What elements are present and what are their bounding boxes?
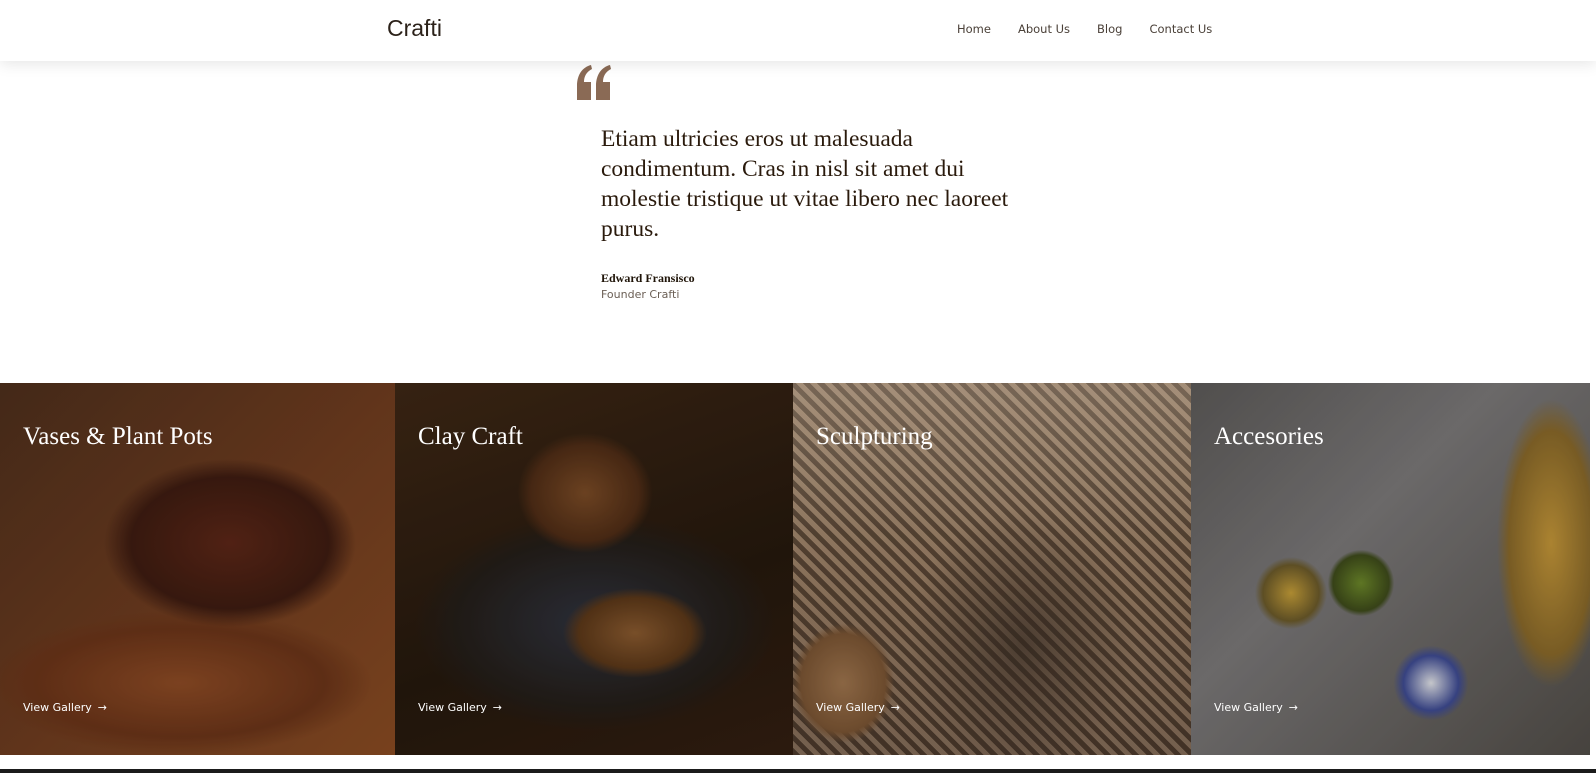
category-card-accesories[interactable]: Accesories View Gallery → — [1191, 383, 1590, 755]
quote-icon — [577, 65, 611, 100]
nav-home[interactable]: Home — [957, 22, 991, 36]
view-gallery-link[interactable]: View Gallery → — [418, 701, 502, 714]
testimonial-author: Edward Fransisco — [601, 271, 695, 285]
view-gallery-label: View Gallery — [23, 701, 92, 714]
nav-blog[interactable]: Blog — [1097, 22, 1122, 36]
view-gallery-link[interactable]: View Gallery → — [1214, 701, 1298, 714]
nav-about-us[interactable]: About Us — [1018, 22, 1070, 36]
arrow-right-icon: → — [492, 701, 502, 714]
arrow-right-icon: → — [97, 701, 107, 714]
category-title: Vases & Plant Pots — [23, 423, 213, 450]
nav-contact-us[interactable]: Contact Us — [1149, 22, 1212, 36]
category-card-sculpturing[interactable]: Sculpturing View Gallery → — [793, 383, 1191, 755]
testimonial-role: Founder Crafti — [601, 288, 680, 301]
arrow-right-icon: → — [1288, 701, 1298, 714]
view-gallery-link[interactable]: View Gallery → — [23, 701, 107, 714]
category-title: Clay Craft — [418, 423, 523, 450]
category-title: Sculpturing — [816, 423, 933, 450]
footer-edge — [0, 769, 1596, 773]
category-gallery: Vases & Plant Pots View Gallery → Clay C… — [0, 383, 1590, 755]
category-card-clay-craft[interactable]: Clay Craft View Gallery → — [395, 383, 793, 755]
view-gallery-label: View Gallery — [1214, 701, 1283, 714]
category-card-vases[interactable]: Vases & Plant Pots View Gallery → — [0, 383, 395, 755]
category-title: Accesories — [1214, 423, 1324, 450]
site-header: Crafti Home About Us Blog Contact Us — [0, 0, 1596, 61]
page-gutter — [1590, 383, 1596, 755]
site-logo[interactable]: Crafti — [387, 15, 442, 42]
view-gallery-label: View Gallery — [816, 701, 885, 714]
view-gallery-label: View Gallery — [418, 701, 487, 714]
arrow-right-icon: → — [890, 701, 900, 714]
view-gallery-link[interactable]: View Gallery → — [816, 701, 900, 714]
testimonial-quote: Etiam ultricies eros ut malesuada condim… — [601, 126, 1009, 242]
main-nav: Home About Us Blog Contact Us — [957, 22, 1212, 36]
